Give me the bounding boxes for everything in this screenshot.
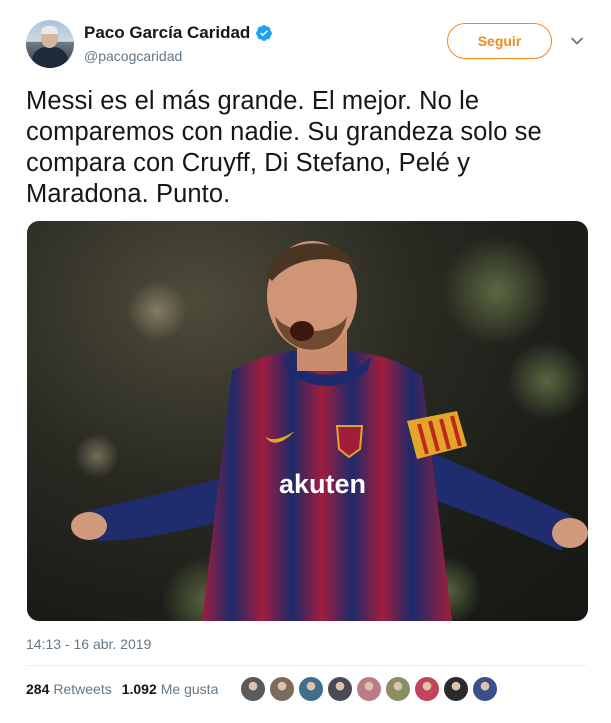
liker-avatar[interactable] [269, 676, 295, 702]
liker-avatar[interactable] [327, 676, 353, 702]
liker-avatar[interactable] [443, 676, 469, 702]
verified-badge-icon [256, 25, 273, 41]
liker-avatar[interactable] [240, 676, 266, 702]
author-display-name[interactable]: Paco García Caridad [84, 23, 250, 43]
liker-avatar[interactable] [356, 676, 382, 702]
photo-illustration: akuten [71, 236, 588, 621]
likes-count[interactable]: 1.092 [122, 681, 157, 697]
liker-avatar[interactable] [385, 676, 411, 702]
tweet-header: Paco García Caridad @pacogcaridad Seguir [26, 20, 596, 70]
author-avatar[interactable] [26, 20, 74, 68]
author-name-row: Paco García Caridad [84, 23, 273, 43]
retweets-label[interactable]: Retweets [53, 681, 111, 697]
likers-avatars [240, 676, 501, 702]
liker-avatar[interactable] [472, 676, 498, 702]
tweet-timestamp[interactable]: 14:13 - 16 abr. 2019 [26, 636, 151, 652]
tweet-card: Paco García Caridad @pacogcaridad Seguir… [0, 0, 611, 723]
divider [26, 665, 586, 666]
liker-avatar[interactable] [414, 676, 440, 702]
retweets-count[interactable]: 284 [26, 681, 49, 697]
shirt-sponsor-text: akuten [279, 469, 366, 499]
liker-avatar[interactable] [298, 676, 324, 702]
follow-button[interactable]: Seguir [447, 23, 552, 59]
author-handle[interactable]: @pacogcaridad [84, 48, 182, 64]
tweet-text: Messi es el más grande. El mejor. No le … [26, 87, 542, 208]
tweet-stats: 284 Retweets 1.092 Me gusta [26, 681, 228, 697]
tweet-photo[interactable]: akuten [27, 221, 588, 621]
likes-label[interactable]: Me gusta [161, 681, 219, 697]
chevron-down-icon[interactable] [570, 34, 584, 48]
